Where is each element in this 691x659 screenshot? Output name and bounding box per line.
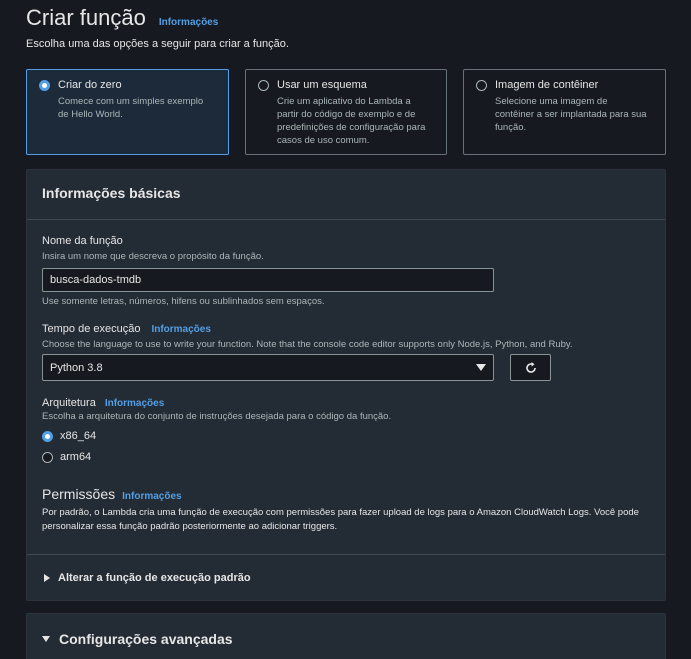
function-name-hint: Use somente letras, números, hifens ou s… bbox=[42, 296, 325, 307]
page-title: Criar função bbox=[26, 5, 146, 30]
option-description: Crie um aplicativo do Lambda a partir do… bbox=[277, 96, 426, 146]
page-header: Criar função Informações Escolha uma das… bbox=[26, 5, 666, 50]
function-name-value: busca-dados-tmdb bbox=[50, 274, 142, 286]
caret-down-icon bbox=[42, 636, 50, 642]
refresh-runtime-button[interactable] bbox=[510, 354, 551, 381]
advanced-settings-panel: Configurações avançadas bbox=[26, 613, 666, 659]
architecture-option-x86-64[interactable]: x86_64 bbox=[42, 430, 96, 442]
advanced-settings-expander[interactable]: Configurações avançadas bbox=[42, 631, 233, 647]
panel-title: Informações básicas bbox=[42, 185, 181, 201]
permissions-description: Por padrão, o Lambda cria uma função de … bbox=[42, 507, 639, 532]
radio-label: x86_64 bbox=[60, 430, 97, 442]
runtime-description: Choose the language to use to write your… bbox=[42, 339, 573, 350]
option-card-container-image[interactable]: Imagem de contêiner Selecione uma imagem… bbox=[463, 69, 666, 155]
function-name-description: Insira um nome que descreva o propósito … bbox=[42, 251, 264, 262]
change-execution-role-expander[interactable]: Alterar a função de execução padrão bbox=[44, 572, 251, 584]
option-title: Imagem de contêiner bbox=[495, 79, 599, 91]
architecture-label-row: Arquitetura Informações bbox=[42, 397, 164, 409]
radio-author-from-scratch[interactable] bbox=[39, 80, 50, 91]
option-description: Comece com um simples exemplo de Hello W… bbox=[58, 96, 204, 120]
radio-use-blueprint[interactable] bbox=[258, 80, 269, 91]
function-name-input[interactable]: busca-dados-tmdb bbox=[42, 268, 494, 292]
runtime-info-link[interactable]: Informações bbox=[151, 324, 210, 335]
option-title: Criar do zero bbox=[58, 79, 122, 91]
basic-information-panel: Informações básicas Nome da função Insir… bbox=[26, 169, 666, 601]
divider bbox=[27, 554, 665, 555]
radio-arm64[interactable] bbox=[42, 451, 53, 463]
architecture-description: Escolha a arquitetura do conjunto de ins… bbox=[42, 411, 392, 422]
permissions-header: Permissões Informações bbox=[42, 486, 182, 502]
runtime-label-row: Tempo de execução Informações bbox=[42, 323, 211, 335]
option-title: Usar um esquema bbox=[277, 79, 367, 91]
option-card-use-blueprint[interactable]: Usar um esquema Crie um aplicativo do La… bbox=[245, 69, 447, 155]
refresh-icon bbox=[525, 361, 536, 373]
page-subtitle: Escolha uma das opções a seguir para cri… bbox=[26, 38, 289, 50]
runtime-label: Tempo de execução bbox=[42, 323, 141, 335]
radio-label: arm64 bbox=[60, 451, 92, 463]
permissions-title: Permissões bbox=[42, 486, 116, 502]
function-name-label: Nome da função bbox=[42, 235, 123, 247]
radio-container-image[interactable] bbox=[476, 80, 487, 91]
option-card-author-from-scratch[interactable]: Criar do zero Comece com um simples exem… bbox=[26, 69, 229, 155]
panel-header: Informações básicas bbox=[27, 170, 665, 220]
caret-right-icon bbox=[44, 574, 50, 582]
permissions-info-link[interactable]: Informações bbox=[122, 491, 181, 502]
radio-x86-64[interactable] bbox=[42, 430, 53, 442]
info-link[interactable]: Informações bbox=[159, 17, 218, 28]
architecture-option-arm64[interactable]: arm64 bbox=[42, 451, 91, 463]
runtime-selected-value: Python 3.8 bbox=[50, 361, 103, 374]
architecture-label: Arquitetura bbox=[42, 397, 96, 409]
runtime-select[interactable]: Python 3.8 bbox=[42, 354, 494, 381]
advanced-settings-title: Configurações avançadas bbox=[59, 631, 233, 647]
chevron-down-icon bbox=[476, 364, 486, 371]
architecture-info-link[interactable]: Informações bbox=[105, 398, 164, 409]
option-description: Selecione uma imagem de contêiner a ser … bbox=[495, 96, 647, 133]
expander-label: Alterar a função de execução padrão bbox=[58, 572, 251, 584]
